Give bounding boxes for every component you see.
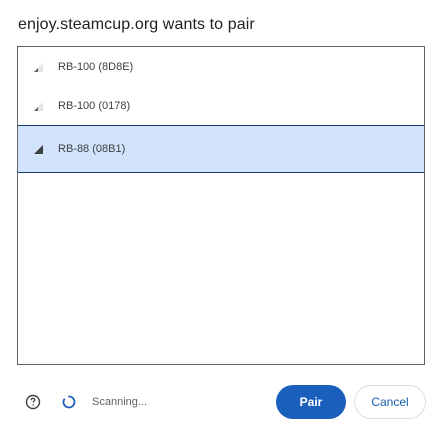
signal-strength-high-icon xyxy=(32,143,46,155)
device-row[interactable]: RB-100 (8D8E) xyxy=(18,47,424,86)
pair-button[interactable]: Pair xyxy=(276,385,346,419)
device-row[interactable]: RB-100 (0178) xyxy=(18,86,424,125)
dialog-footer: Scanning... Pair Cancel xyxy=(0,383,442,423)
device-label: RB-100 (8D8E) xyxy=(58,60,134,73)
bluetooth-pair-dialog: enjoy.steamcup.org wants to pair RB-100 … xyxy=(0,0,442,434)
device-label: RB-88 (08B1) xyxy=(58,143,126,155)
signal-strength-low-icon xyxy=(32,100,46,112)
device-row-selected[interactable]: RB-88 (08B1) xyxy=(18,125,424,173)
scanning-status: Scanning... xyxy=(92,396,148,408)
dialog-title: enjoy.steamcup.org wants to pair xyxy=(18,16,255,33)
signal-strength-low-icon xyxy=(32,61,46,73)
device-label: RB-100 (0178) xyxy=(58,99,131,112)
loading-spinner-icon xyxy=(62,395,76,409)
help-circle-icon[interactable] xyxy=(25,394,41,410)
cancel-button[interactable]: Cancel xyxy=(354,385,426,419)
device-list[interactable]: RB-100 (8D8E) RB-100 (0178) RB-88 (08B1) xyxy=(17,46,425,365)
